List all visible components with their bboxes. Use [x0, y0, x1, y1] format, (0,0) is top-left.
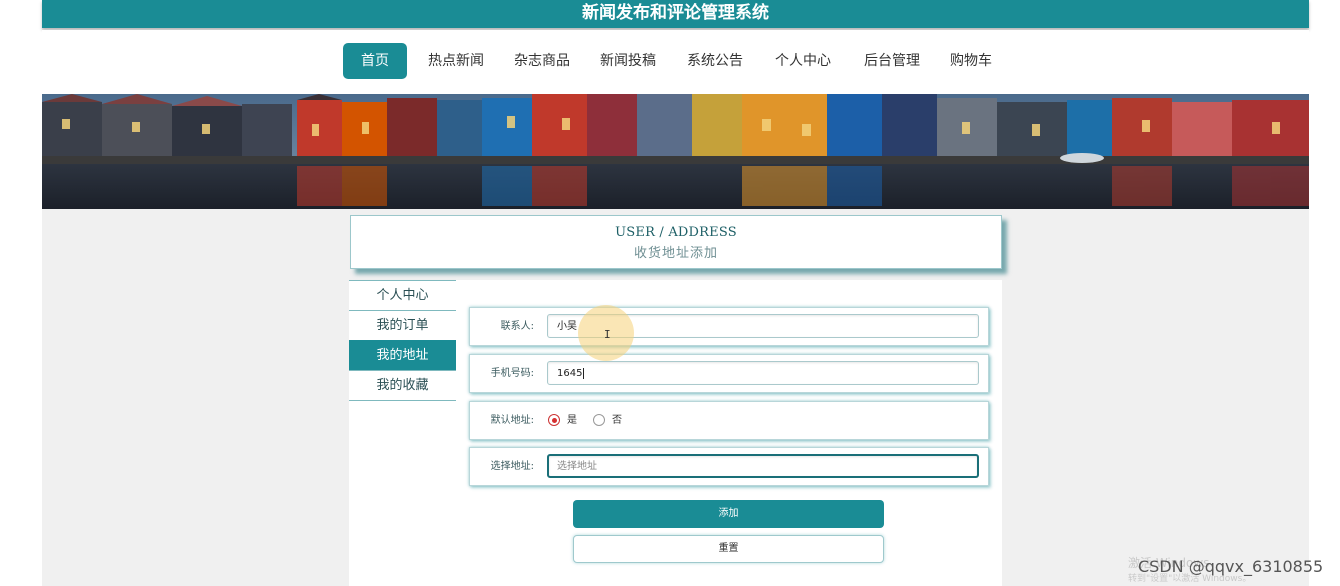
radio-yes-label[interactable]: 是 [567, 402, 577, 439]
reset-button[interactable]: 重置 [573, 535, 884, 563]
contact-row: 联系人: 小吴 [469, 307, 989, 346]
address-placeholder: 选择地址 [557, 461, 597, 472]
nav-item-submit-news[interactable]: 新闻投稿 [595, 43, 661, 79]
nav-item-announcements[interactable]: 系统公告 [682, 43, 748, 79]
side-item-user-center[interactable]: 个人中心 [349, 280, 456, 310]
radio-no-label[interactable]: 否 [612, 402, 622, 439]
phone-value: 1645 [557, 368, 583, 379]
address-select-input[interactable]: 选择地址 [547, 454, 979, 478]
main-nav: 首页 热点新闻 杂志商品 新闻投稿 系统公告 个人中心 后台管理 购物车 [42, 30, 1309, 94]
banner-image [42, 94, 1309, 209]
radio-default-no[interactable] [593, 414, 605, 426]
radio-default-yes[interactable] [548, 414, 560, 426]
default-address-row: 默认地址: 是 否 [469, 401, 989, 440]
csdn-watermark: CSDN @qqvx_6310855 [1138, 557, 1324, 576]
section-title-box: USER / ADDRESS 收货地址添加 [350, 215, 1002, 269]
nav-item-hot-news[interactable]: 热点新闻 [423, 43, 489, 79]
phone-label: 手机号码: [490, 368, 534, 379]
nav-item-admin[interactable]: 后台管理 [859, 43, 925, 79]
phone-input[interactable]: 1645 [547, 361, 979, 385]
default-address-label: 默认地址: [490, 415, 534, 426]
site-title: 新闻发布和评论管理系统 [42, 0, 1309, 28]
text-caret [583, 367, 585, 379]
side-item-my-favorites[interactable]: 我的收藏 [349, 370, 456, 401]
contact-label: 联系人: [500, 321, 534, 332]
section-title-cn: 收货地址添加 [633, 246, 718, 261]
phone-row: 手机号码: 1645 [469, 354, 989, 393]
nav-item-home[interactable]: 首页 [343, 43, 407, 79]
side-item-my-address[interactable]: 我的地址 [349, 340, 456, 370]
address-row: 选择地址: 选择地址 [469, 447, 989, 486]
address-label: 选择地址: [490, 461, 534, 472]
section-title-en: USER / ADDRESS [615, 225, 737, 240]
nav-item-user-center[interactable]: 个人中心 [770, 43, 836, 79]
right-gutter [1309, 0, 1340, 586]
nav-item-magazine[interactable]: 杂志商品 [509, 43, 575, 79]
harbor-houses-illustration [42, 94, 1309, 209]
user-side-menu: 个人中心 我的订单 我的地址 我的收藏 [349, 280, 456, 401]
side-item-my-orders[interactable]: 我的订单 [349, 310, 456, 340]
text-cursor-icon: I [604, 328, 611, 341]
contact-value: 小吴 [557, 321, 577, 332]
left-gutter [0, 0, 42, 586]
add-button[interactable]: 添加 [573, 500, 884, 528]
nav-item-cart[interactable]: 购物车 [944, 43, 998, 79]
